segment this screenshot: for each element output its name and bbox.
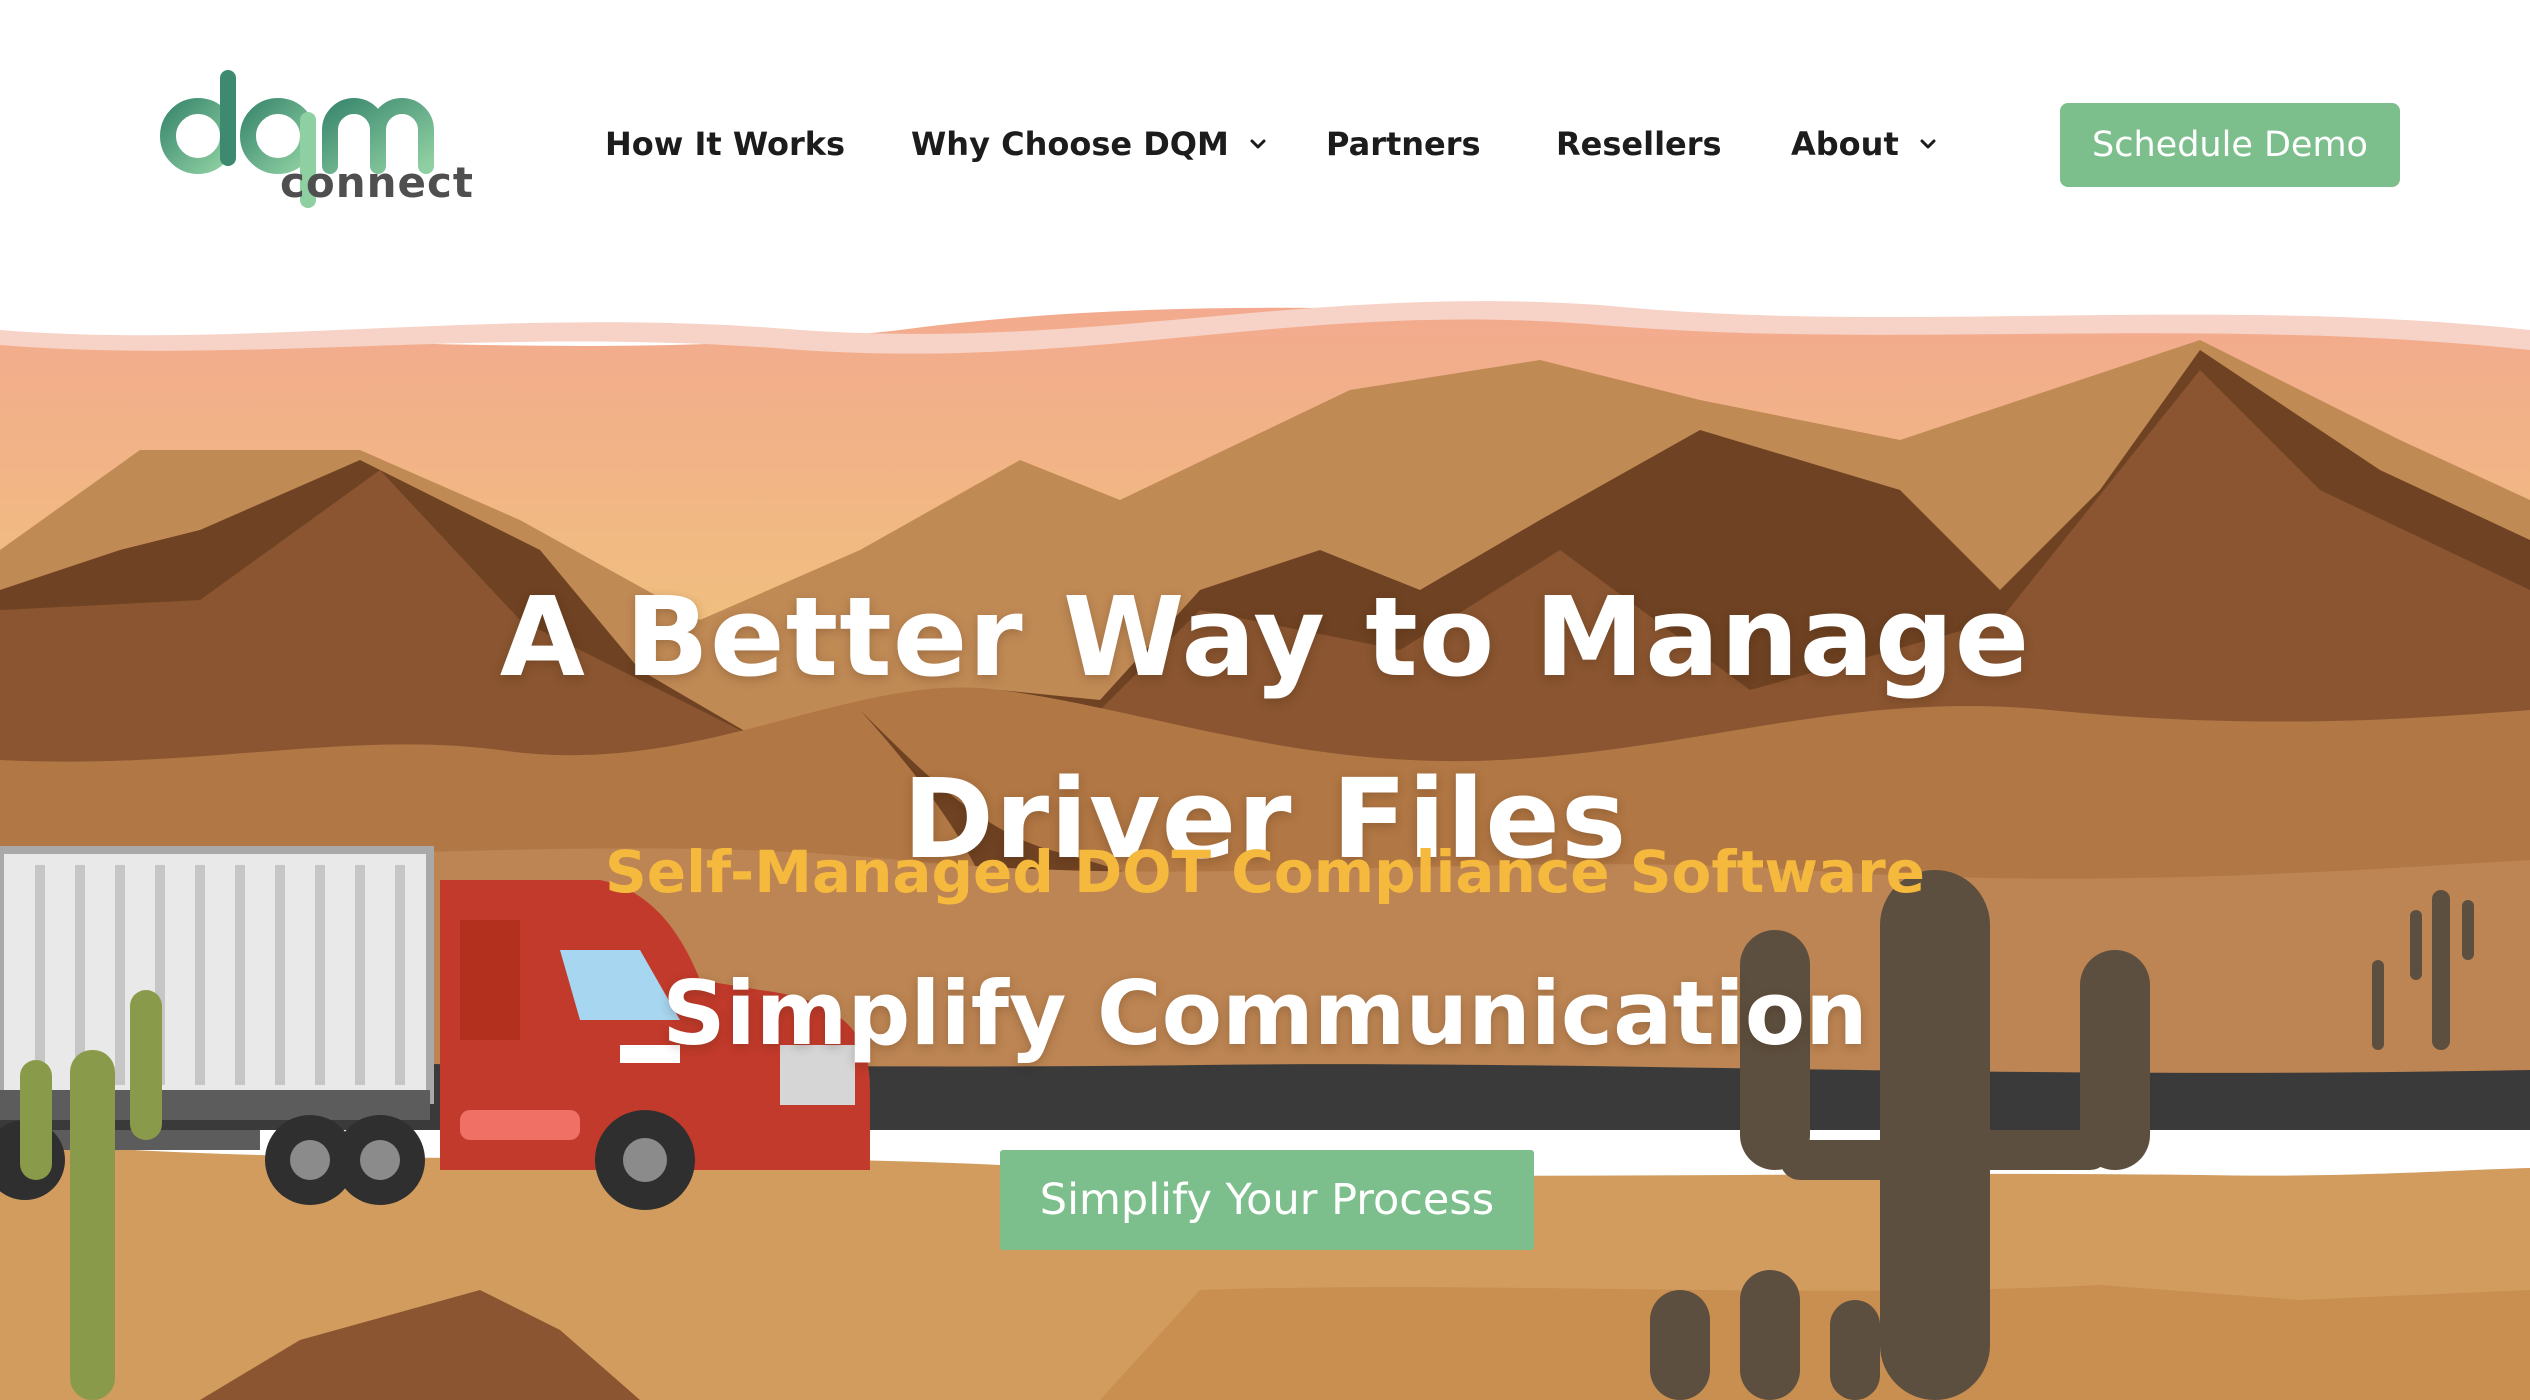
logo-wordmark: connect [280,158,475,207]
nav-label: Partners [1326,125,1481,163]
hero-rotating-text: Simplify Communication [662,962,1868,1065]
nav-partners[interactable]: Partners [1326,118,1481,170]
schedule-demo-button[interactable]: Schedule Demo [2060,103,2400,187]
nav-why-choose-dqm[interactable]: Why Choose DQM [911,118,1269,170]
site-header: connect How It Works Why Choose DQM Part… [0,0,2530,295]
nav-label: How It Works [605,125,846,163]
nav-how-it-works[interactable]: How It Works [605,118,845,170]
nav-label: About [1791,125,1899,163]
hero-section: A Better Way to Manage Driver Files Self… [0,290,2530,1400]
nav-label: Resellers [1556,125,1722,163]
chevron-down-icon [1250,139,1266,149]
hero-subtitle: Self-Managed DOT Compliance Software [604,838,1926,906]
nav-label: Why Choose DQM [911,125,1229,163]
dqm-connect-logo[interactable]: connect [160,68,473,210]
nav-about[interactable]: About [1791,118,1939,170]
nav-resellers[interactable]: Resellers [1556,118,1722,170]
simplify-your-process-button[interactable]: Simplify Your Process [1000,1150,1534,1250]
chevron-down-icon [1920,139,1936,149]
